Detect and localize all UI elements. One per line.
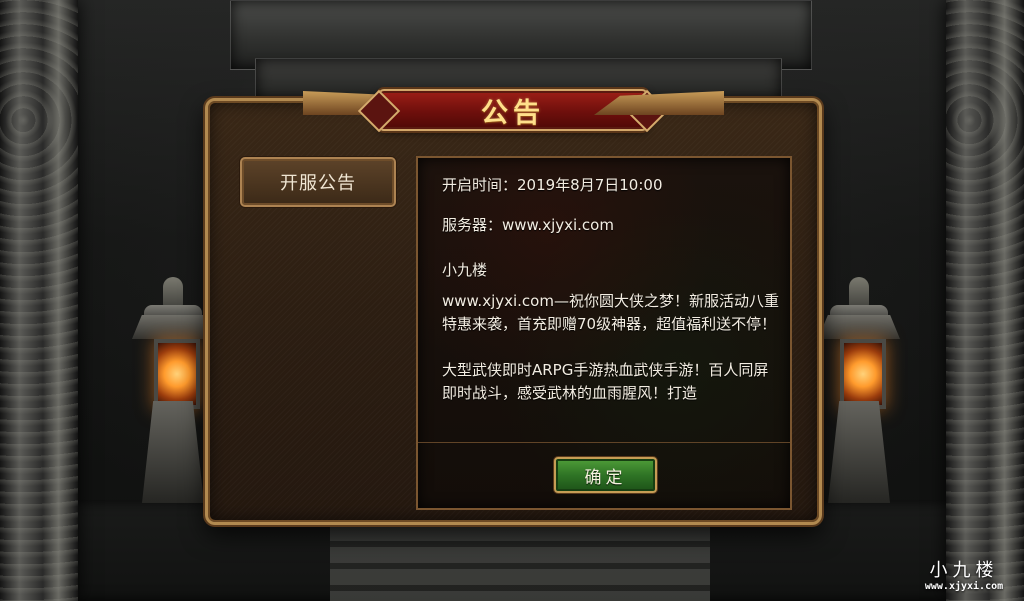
announcement-paragraph-2: 大型武侠即时ARPG手游热血武侠手游！百人同屏即时战斗，感受武林的血雨腥风！打造 xyxy=(442,361,769,402)
server-line: 服务器：www.xjyxi.com xyxy=(442,216,614,234)
stone-lantern-left-icon xyxy=(132,277,214,503)
site-watermark: 小九楼 www.xjyxi.com xyxy=(912,561,1016,593)
confirm-button[interactable]: 确定 xyxy=(554,457,657,493)
lantern-roof xyxy=(132,315,214,339)
announcement-paragraph-1: www.xjyxi.com—祝你圆大侠之梦！新服活动八重特惠来袭，首充即赠70级… xyxy=(442,292,779,333)
announcement-content-panel[interactable]: 开启时间：2019年8月7日10:00 服务器：www.xjyxi.com 小九… xyxy=(416,156,792,510)
stone-steps xyxy=(330,525,710,601)
announcement-text-area[interactable]: 开启时间：2019年8月7日10:00 服务器：www.xjyxi.com 小九… xyxy=(442,174,780,440)
tab-open-server-announcement[interactable]: 开服公告 xyxy=(240,157,396,207)
watermark-title: 小九楼 xyxy=(929,560,999,581)
lantern-base xyxy=(142,401,204,503)
lantern-spire xyxy=(163,277,183,307)
lantern-glow xyxy=(154,339,200,409)
confirm-button-label: 确定 xyxy=(584,467,627,488)
stone-lantern-right-icon xyxy=(818,277,900,503)
lantern-glow xyxy=(840,339,886,409)
announcement-dialog: 公告 开服公告 开启时间：2019年8月7日10:00 服务器：www.xjyx… xyxy=(205,89,822,525)
lantern-spire xyxy=(849,277,869,307)
lantern-roof xyxy=(818,315,900,339)
open-time-line: 开启时间：2019年8月7日10:00 xyxy=(442,176,663,194)
lantern-base xyxy=(828,401,890,503)
dialog-title: 公告 xyxy=(481,97,545,129)
game-scene: 公告 开服公告 开启时间：2019年8月7日10:00 服务器：www.xjyx… xyxy=(0,0,1024,601)
dragon-pillar-right-icon xyxy=(946,0,1024,601)
content-divider xyxy=(418,442,790,443)
watermark-domain: www.xjyxi.com xyxy=(924,581,1004,592)
tab-label: 开服公告 xyxy=(280,173,356,194)
brand-line: 小九楼 xyxy=(442,261,488,279)
dragon-pillar-left-icon xyxy=(0,0,78,601)
dialog-title-plate: 公告 xyxy=(378,89,648,131)
